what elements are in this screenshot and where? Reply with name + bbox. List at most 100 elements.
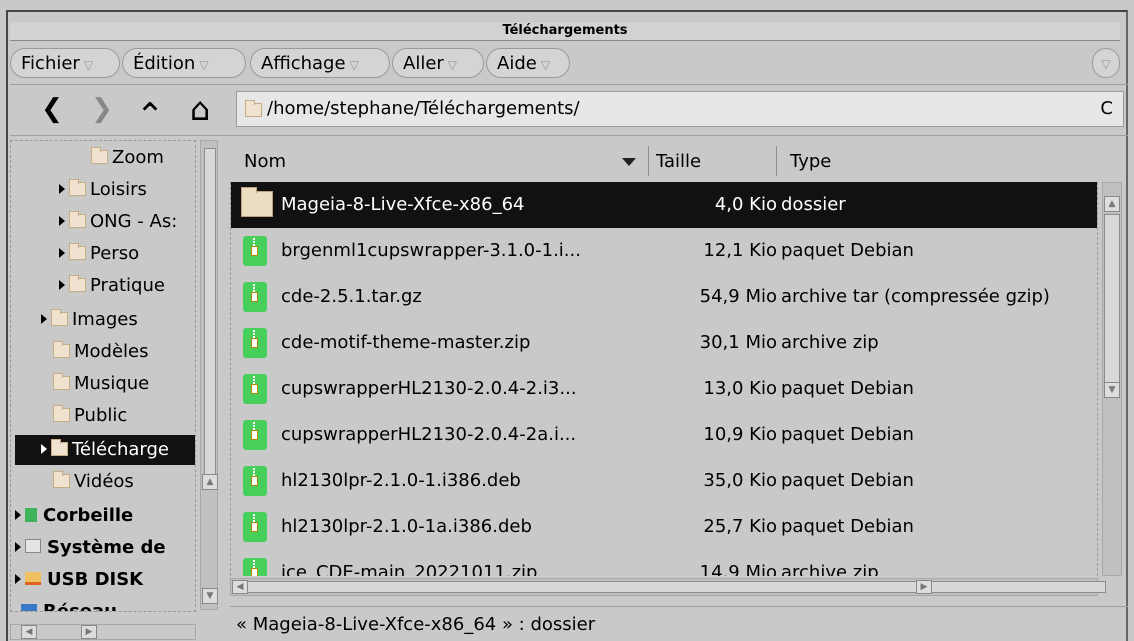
menu-aller[interactable]: Aller ▽ [392, 48, 484, 78]
file-row[interactable]: hl2130lpr-2.1.0-1a.i386.deb 25,7 Kio paq… [231, 504, 1097, 550]
sort-descending-icon[interactable] [622, 158, 636, 166]
expand-triangle-icon[interactable] [59, 248, 65, 258]
file-type: archive zip [781, 562, 879, 576]
sidebar-horizontal-scrollbar[interactable]: ◀ ▶ [10, 624, 196, 640]
file-size: 13,0 Kio [703, 378, 777, 399]
sidebar-item-musique[interactable]: Musique [53, 369, 149, 399]
path-bar[interactable]: /home/stephane/Téléchargements/ C [236, 91, 1124, 127]
file-row[interactable]: cde-motif-theme-master.zip 30,1 Mio arch… [231, 320, 1097, 366]
menu-edition[interactable]: Édition ▽ [122, 48, 246, 78]
sidebar-item-label: Corbeille [43, 505, 134, 526]
sidebar-item-ong[interactable]: ONG - As: [59, 207, 177, 237]
sidebar-item-label: Zoom [112, 147, 164, 168]
scroll-right-icon[interactable]: ▶ [81, 625, 97, 639]
menu-fichier[interactable]: Fichier ▽ [10, 48, 120, 78]
file-size: 12,1 Kio [703, 240, 777, 261]
menu-affichage[interactable]: Affichage ▽ [250, 48, 390, 78]
network-icon [21, 604, 37, 611]
expand-triangle-icon[interactable] [15, 574, 21, 584]
sidebar-item-label: USB DISK [47, 569, 144, 590]
sidebar-item-label: Images [72, 309, 138, 330]
back-icon[interactable]: ❮ [36, 93, 68, 125]
sidebar-item-label: Modèles [74, 341, 149, 362]
column-size-header[interactable]: Taille [656, 142, 701, 180]
sidebar-item-videos[interactable]: Vidéos [53, 467, 134, 497]
file-type: archive zip [781, 332, 879, 353]
filelist-horizontal-thumb[interactable] [244, 581, 1106, 593]
file-size: 4,0 Kio [714, 194, 777, 215]
sidebar-item-usb[interactable]: USB DISK [15, 565, 143, 595]
window-title[interactable]: Téléchargements [10, 22, 1120, 41]
file-size: 35,0 Kio [703, 470, 777, 491]
chevron-down-icon: ▽ [83, 58, 94, 72]
sidebar-item-public[interactable]: Public [53, 401, 127, 431]
menu-label: Aide [497, 53, 537, 74]
path-text: /home/stephane/Téléchargements/ [267, 98, 580, 119]
menubar: Fichier ▽ Édition ▽ Affichage ▽ Aller ▽ Aide… [10, 44, 1128, 80]
sidebar-item-modeles[interactable]: Modèles [53, 337, 149, 367]
expand-triangle-icon[interactable] [59, 184, 65, 194]
file-row[interactable]: brgenml1cupswrapper-3.1.0-1.i... 12,1 Ki… [231, 228, 1097, 274]
file-size: 54,9 Mio [699, 286, 777, 307]
file-name: cde-motif-theme-master.zip [281, 332, 531, 353]
file-type: paquet Debian [781, 424, 914, 445]
scroll-right-icon[interactable]: ▶ [916, 580, 932, 594]
usb-icon [25, 572, 41, 585]
menu-label: Affichage [261, 53, 346, 74]
expand-triangle-icon[interactable] [59, 216, 65, 226]
file-row[interactable]: cupswrapperHL2130-2.0.4-2a.i... 10,9 Kio… [231, 412, 1097, 458]
folder-icon [53, 341, 70, 358]
expand-triangle-icon[interactable] [59, 280, 65, 290]
menu-label: Aller [403, 53, 444, 74]
archive-icon [243, 512, 267, 542]
file-row[interactable]: hl2130lpr-2.1.0-1.i386.deb 35,0 Kio paqu… [231, 458, 1097, 504]
file-name: cde-2.5.1.tar.gz [281, 286, 422, 307]
scroll-up-icon[interactable]: ▲ [202, 474, 218, 490]
file-size: 25,7 Kio [703, 516, 777, 537]
file-row[interactable]: cupswrapperHL2130-2.0.4-2.i3... 13,0 Kio… [231, 366, 1097, 412]
expand-triangle-icon[interactable] [15, 510, 21, 520]
menu-label: Édition [133, 53, 196, 74]
sidebar-item-systeme[interactable]: Système de [15, 533, 166, 563]
folder-icon [69, 243, 86, 260]
sidebar-item-perso[interactable]: Perso [59, 239, 139, 269]
column-separator[interactable] [776, 146, 777, 176]
scroll-down-icon[interactable]: ▼ [1104, 382, 1120, 398]
column-name-header[interactable]: Nom [244, 142, 286, 180]
sidebar-item-label: Loisirs [90, 179, 147, 200]
sidebar-item-reseau[interactable]: Réseau [21, 597, 117, 611]
sidebar-item-pratique[interactable]: Pratique [59, 271, 165, 301]
sidebar-item-loisirs[interactable]: Loisirs [59, 175, 147, 205]
archive-icon [243, 558, 267, 576]
expand-triangle-icon[interactable] [41, 314, 47, 324]
sidebar-scroll-thumb[interactable] [204, 148, 216, 480]
column-type-header[interactable]: Type [790, 142, 831, 180]
filelist-scroll-thumb[interactable] [1104, 214, 1120, 386]
sidebar-item-images[interactable]: Images [41, 305, 138, 335]
folder-icon [241, 187, 273, 217]
scroll-down-icon[interactable]: ▼ [202, 588, 218, 604]
menubar-overflow-button[interactable]: ▽ [1092, 48, 1120, 78]
chevron-down-icon: ▽ [199, 58, 209, 72]
file-row[interactable]: Mageia-8-Live-Xfce-x86_64 4,0 Kio dossie… [231, 182, 1097, 228]
sidebar-item-zoom[interactable]: Zoom [91, 143, 164, 173]
sidebar-item-corbeille[interactable]: Corbeille [15, 501, 133, 531]
sidebar-item-label: ONG - As: [90, 211, 178, 232]
file-row[interactable]: cde-2.5.1.tar.gz 54,9 Mio archive tar (c… [231, 274, 1097, 320]
file-row[interactable]: ice_CDE-main_20221011.zip 14,9 Mio archi… [231, 550, 1097, 576]
scroll-up-icon[interactable]: ▲ [1104, 196, 1120, 212]
home-icon[interactable]: ⌂ [184, 93, 216, 125]
archive-icon [243, 466, 267, 496]
folder-icon [69, 179, 86, 196]
sidebar-item-telechargements[interactable]: Télécharge [15, 435, 195, 465]
file-list: Mageia-8-Live-Xfce-x86_64 4,0 Kio dossie… [230, 182, 1098, 576]
expand-triangle-icon[interactable] [15, 542, 21, 552]
menu-aide[interactable]: Aide ▽ [486, 48, 570, 78]
up-icon[interactable]: ⌃ [134, 93, 166, 136]
column-separator[interactable] [648, 146, 649, 176]
reload-icon[interactable]: C [1100, 92, 1113, 126]
expand-triangle-icon[interactable] [41, 444, 47, 454]
forward-icon[interactable]: ❯ [86, 93, 118, 125]
scroll-left-icon[interactable]: ◀ [232, 580, 248, 594]
scroll-left-icon[interactable]: ◀ [21, 625, 37, 639]
